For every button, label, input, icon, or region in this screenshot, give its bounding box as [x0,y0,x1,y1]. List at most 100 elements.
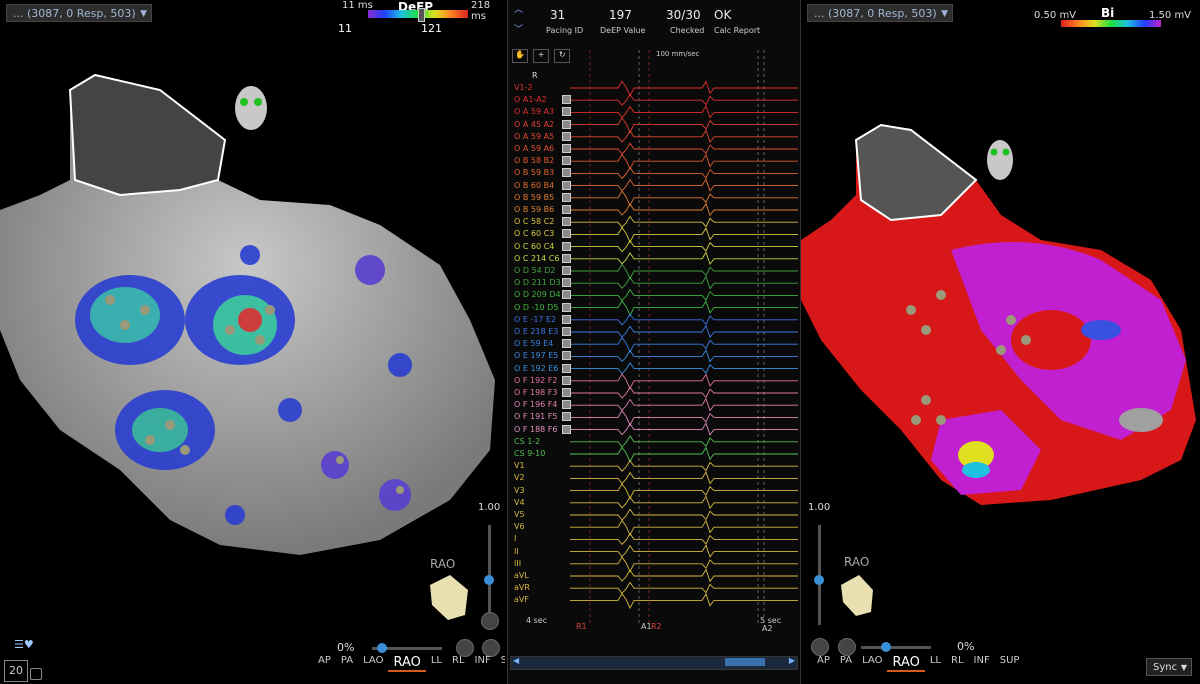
right-head-orientation-icon [987,140,1013,180]
channel-checkbox[interactable] [562,107,571,117]
transparency-slider-knob[interactable] [377,643,387,653]
right-proj-inf[interactable]: INF [969,655,995,672]
left-view-selector[interactable]: ... (3087, 0 Resp, 503) ▼ [6,4,152,22]
channel-label: O D 209 D4 [514,290,561,300]
channel-checkbox[interactable] [562,144,571,153]
channel-checkbox[interactable] [562,131,571,141]
right-zoom-slider-knob[interactable] [814,575,824,585]
proj-lao[interactable]: LAO [358,655,388,672]
channel-checkbox[interactable] [562,412,571,422]
channel-checkbox[interactable] [562,351,571,361]
right-transparency-value: 0% [957,640,975,653]
channel-checkbox[interactable] [562,253,571,263]
proj-rl[interactable]: RL [447,655,470,672]
signal-trace [570,226,798,244]
left-map-view[interactable]: ... (3087, 0 Resp, 503) ▼ 11 ms DeEP 218… [0,0,505,684]
channel-checkbox[interactable] [562,339,571,349]
proj-inf[interactable]: INF [470,655,496,672]
layers-icon[interactable]: ☰♥ [14,638,38,652]
zoom-slider-knob[interactable] [484,575,494,585]
right-zoom-slider[interactable] [814,525,824,625]
channel-checkbox[interactable] [562,400,571,410]
scroll-right-icon[interactable]: ▶ [789,656,795,665]
channel-checkbox[interactable] [562,95,571,105]
zoom-value: 1.00 [478,502,501,513]
sync-dropdown[interactable]: Sync ▼ [1146,658,1192,676]
marker-a1: A1 [641,622,652,631]
channel-label: O E 192 E6 [514,363,559,373]
right-transparency-slider-knob[interactable] [881,642,891,652]
channel-checkbox[interactable] [562,229,571,239]
proj-pa[interactable]: PA [336,655,358,672]
channel-checkbox[interactable] [562,180,571,190]
right-rotate-view-button[interactable] [811,638,829,656]
chevron-down-icon: ▼ [1180,663,1187,672]
channel-label: O B 59 B6 [514,205,555,214]
proj-ap[interactable]: AP [313,655,336,672]
channel-checkbox[interactable] [562,363,571,373]
signal-trace [570,435,798,448]
channel-checkbox[interactable] [562,217,571,227]
right-proj-ap[interactable]: AP [812,655,835,672]
colorbar-max-label: 218 ms [471,0,491,22]
time-scrollbar[interactable]: ◀ ▶ [510,656,798,670]
channel-checkbox[interactable] [562,119,571,129]
bi-colorbar-title: Bi [1101,6,1115,20]
deep-value-label: DeEP Value [600,26,646,35]
channel-checkbox[interactable] [562,278,571,288]
lock-icon[interactable] [30,668,42,680]
signal-trace [570,556,798,573]
transparency-slider[interactable] [372,643,442,653]
right-proj-rl[interactable]: RL [946,655,969,672]
channel-checkbox[interactable] [562,388,571,397]
channel-label: O A 59 A3 [514,107,555,117]
channel-label: O A 59 A6 [514,144,555,153]
channel-checkbox[interactable] [562,424,571,434]
proj-sup[interactable]: SUP [496,655,505,672]
scroll-thumb[interactable] [725,658,765,666]
channel-checkbox[interactable] [562,241,571,251]
proj-ll[interactable]: LL [426,655,447,672]
calc-report-value[interactable]: OK [714,8,731,22]
channel-label: O D 211 D3 [514,278,561,288]
right-transparency-toggle-button[interactable] [838,638,856,656]
channel-checkbox[interactable] [562,192,571,202]
channel-label: O C 60 C3 [514,229,555,239]
proj-rao[interactable]: RAO [388,655,426,672]
right-selector-label: ... (3087, 0 Resp, 503) [814,7,937,20]
sync-label: Sync [1153,662,1178,673]
point-counter: 20 [4,660,28,682]
colorbar-slider-handle[interactable] [418,8,425,22]
right-proj-lao[interactable]: LAO [857,655,887,672]
scroll-left-icon[interactable]: ◀ [513,656,519,665]
bi-colorbar-gradient [1061,20,1161,27]
channel-label: O B 59 B3 [514,168,555,178]
channel-label: II [514,546,519,556]
right-proj-sup[interactable]: SUP [995,655,1025,672]
channel-checkbox[interactable] [562,205,571,214]
right-anatomy-canvas[interactable] [801,0,1200,684]
channel-checkbox[interactable] [562,168,571,178]
channel-checkbox[interactable] [562,266,571,275]
channel-checkbox[interactable] [562,302,571,312]
marker-r1: R1 [576,622,587,631]
signal-trace [570,592,798,610]
reset-view-button[interactable] [481,612,499,630]
channel-checkbox[interactable] [562,327,571,336]
collapse-down-icon[interactable]: ﹀ [514,22,523,35]
left-anatomy-canvas[interactable] [0,0,505,684]
right-transparency-slider[interactable] [861,642,931,652]
right-proj-pa[interactable]: PA [835,655,857,672]
right-view-selector[interactable]: ... (3087, 0 Resp, 503) ▼ [807,4,953,22]
channel-label: O E 218 E3 [514,327,559,336]
channel-checkbox[interactable] [562,375,571,385]
zoom-slider[interactable] [484,525,494,625]
channel-checkbox[interactable] [562,314,571,324]
calc-report-label[interactable]: Calc Report [714,26,760,35]
collapse-up-icon[interactable]: ︿ [514,2,523,15]
right-map-view[interactable]: ... (3087, 0 Resp, 503) ▼ 0.50 mV Bi 1.5… [801,0,1200,684]
right-proj-rao[interactable]: RAO [887,655,925,672]
channel-checkbox[interactable] [562,156,571,166]
right-proj-ll[interactable]: LL [925,655,946,672]
channel-checkbox[interactable] [562,290,571,300]
